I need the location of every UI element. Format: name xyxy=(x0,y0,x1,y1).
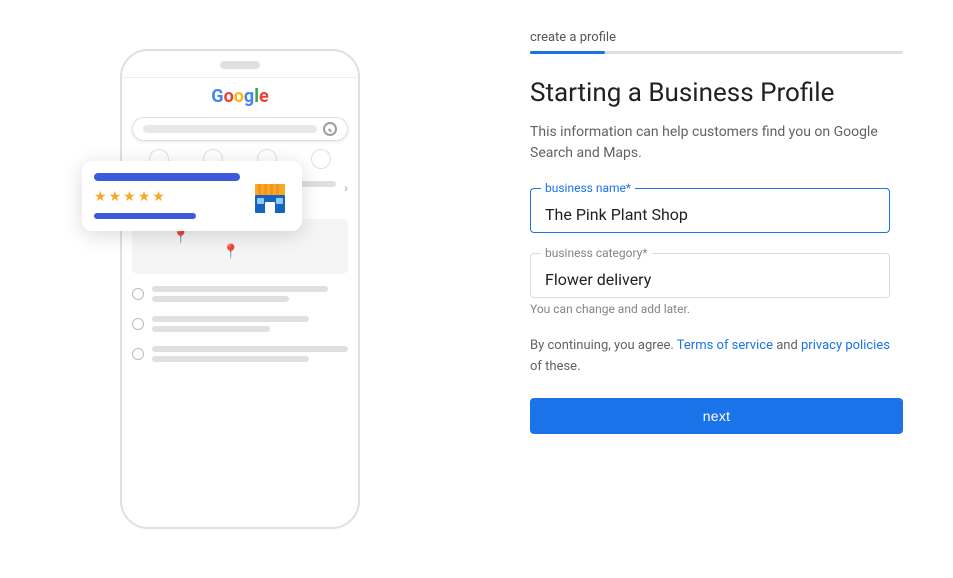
subtitle: This information can help customers find… xyxy=(530,122,890,164)
line-6 xyxy=(152,316,309,322)
card-bar-2 xyxy=(94,213,196,219)
action-icon-4 xyxy=(311,149,331,169)
line-8 xyxy=(152,346,348,352)
terms-text: By continuing, you agree. Terms of servi… xyxy=(530,336,890,378)
business-name-group: business name* xyxy=(530,188,903,233)
phone-screen: Google › xyxy=(122,77,358,527)
result-icon-3 xyxy=(132,318,144,330)
privacy-policies-link[interactable]: privacy policies xyxy=(801,338,890,353)
star-5: ★ xyxy=(152,189,165,205)
business-card-overlay: ★ ★ ★ ★ ★ xyxy=(82,161,302,231)
next-button[interactable]: next xyxy=(530,398,903,434)
stars-row: ★ ★ ★ ★ ★ xyxy=(94,189,240,205)
business-name-field[interactable]: business name* xyxy=(530,188,890,233)
search-bar xyxy=(132,117,348,141)
business-category-label: business category* xyxy=(541,246,652,260)
result-lines-3 xyxy=(152,316,348,332)
result-lines-2 xyxy=(152,286,348,302)
business-name-input[interactable] xyxy=(545,205,875,224)
business-category-group: business category* You can change and ad… xyxy=(530,253,903,316)
phone-notch xyxy=(220,61,260,69)
search-icon xyxy=(323,122,337,136)
progress-label: create a profile xyxy=(530,30,903,45)
line-9 xyxy=(152,356,309,362)
result-row-4 xyxy=(132,342,348,366)
page-title: Starting a Business Profile xyxy=(530,78,903,108)
business-name-label: business name* xyxy=(541,181,635,195)
google-logo: Google xyxy=(132,86,348,107)
category-hint: You can change and add later. xyxy=(530,302,903,316)
result-lines-4 xyxy=(152,346,348,362)
result-icon-2 xyxy=(132,288,144,300)
terms-of-service-link[interactable]: Terms of service xyxy=(677,338,773,353)
map-pin-1: 📍 xyxy=(172,229,189,245)
line-7 xyxy=(152,326,270,332)
store-icon xyxy=(250,176,290,216)
result-icon-4 xyxy=(132,348,144,360)
star-3: ★ xyxy=(123,189,136,205)
business-category-field[interactable]: business category* xyxy=(530,253,890,298)
progress-section: create a profile xyxy=(530,30,903,54)
progress-bar-track xyxy=(530,51,903,54)
result-row-3 xyxy=(132,312,348,336)
line-4 xyxy=(152,286,328,292)
card-bar-1 xyxy=(94,173,240,181)
business-card-info: ★ ★ ★ ★ ★ xyxy=(94,173,240,219)
star-4: ★ xyxy=(138,189,151,205)
arrow-right-1: › xyxy=(344,181,348,195)
result-row-2 xyxy=(132,282,348,306)
progress-bar-fill xyxy=(530,51,605,54)
search-bar-text xyxy=(143,125,317,133)
star-1: ★ xyxy=(94,189,107,205)
left-panel: Google › xyxy=(0,0,480,578)
star-2: ★ xyxy=(109,189,122,205)
business-category-input[interactable] xyxy=(545,270,875,289)
right-panel: create a profile Starting a Business Pro… xyxy=(480,0,953,578)
phone-mockup: Google › xyxy=(120,49,360,529)
line-5 xyxy=(152,296,289,302)
map-pin-2: 📍 xyxy=(222,244,239,260)
